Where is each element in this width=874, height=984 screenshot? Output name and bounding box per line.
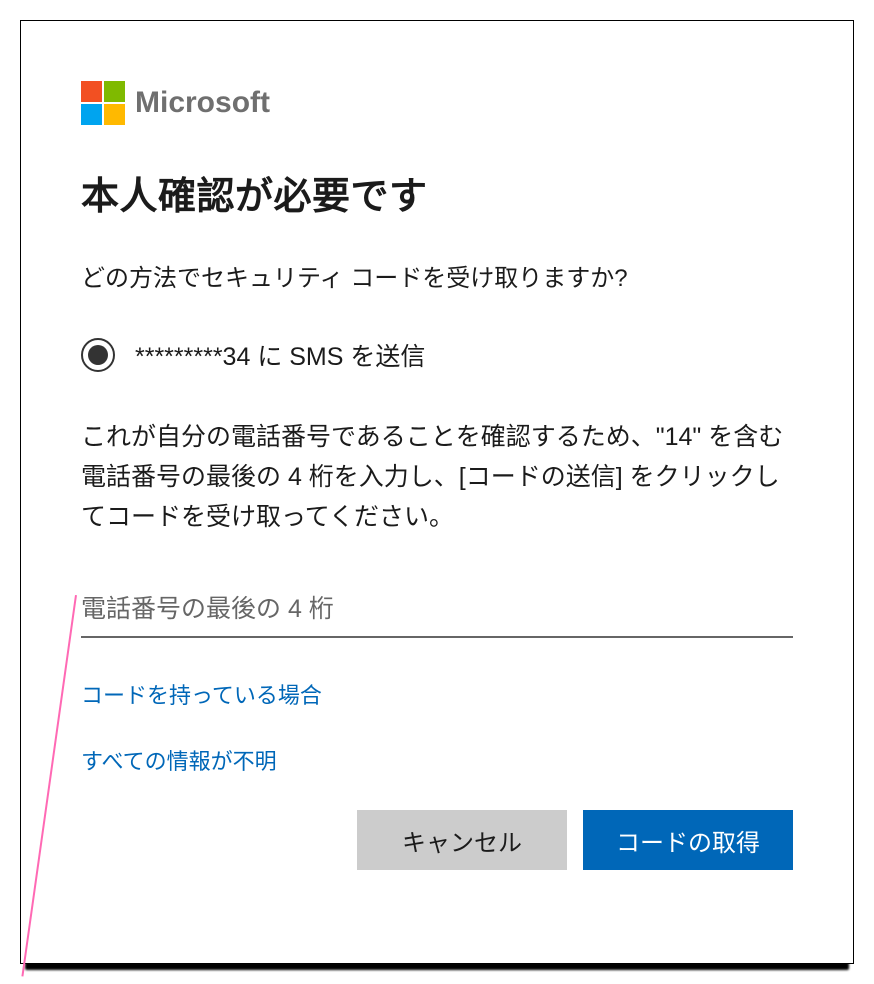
sms-option-label: *********34 に SMS を送信 bbox=[135, 337, 425, 373]
verification-dialog: Microsoft 本人確認が必要です どの方法でセキュリティ コードを受け取り… bbox=[20, 20, 854, 964]
brand-name: Microsoft bbox=[135, 86, 270, 120]
page-subtitle: どの方法でセキュリティ コードを受け取りますか? bbox=[81, 258, 793, 293]
have-code-link[interactable]: コードを持っている場合 bbox=[81, 678, 793, 710]
radio-selected-icon bbox=[81, 338, 115, 372]
microsoft-logo-icon bbox=[81, 81, 125, 125]
instructions-text: これが自分の電話番号であることを確認するため、"14" を含む電話番号の最後の … bbox=[81, 417, 793, 537]
phone-last4-input[interactable] bbox=[81, 587, 793, 638]
cancel-button[interactable]: キャンセル bbox=[357, 810, 567, 870]
phone-input-wrapper bbox=[81, 587, 793, 638]
brand-row: Microsoft bbox=[81, 81, 793, 125]
page-title: 本人確認が必要です bbox=[81, 165, 793, 220]
no-info-link[interactable]: すべての情報が不明 bbox=[81, 744, 793, 776]
button-row: キャンセル コードの取得 bbox=[81, 810, 793, 870]
get-code-button[interactable]: コードの取得 bbox=[583, 810, 793, 870]
sms-option[interactable]: *********34 に SMS を送信 bbox=[81, 337, 793, 373]
